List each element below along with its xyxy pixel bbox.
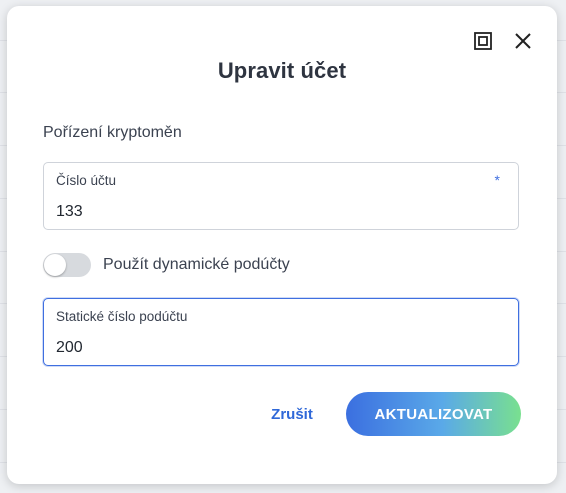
static-subaccount-label: Statické číslo podúčtu [56,309,188,324]
account-number-input[interactable] [56,203,496,221]
edit-account-dialog: Upravit účet Pořízení kryptoměn Číslo úč… [7,6,557,484]
account-number-field[interactable]: Číslo účtu * [43,162,519,230]
static-subaccount-input[interactable] [56,339,496,357]
close-icon [515,33,531,49]
dynamic-subaccounts-label: Použít dynamické podúčty [103,256,290,273]
close-button[interactable] [510,28,536,54]
update-button[interactable]: AKTUALIZOVAT [346,392,521,436]
cancel-button[interactable]: Zrušit [262,396,322,432]
dynamic-subaccounts-row: Použít dynamické podúčty [43,252,290,278]
maximize-button[interactable] [470,28,496,54]
toggle-knob [44,254,66,276]
dialog-title: Upravit účet [217,58,347,83]
maximize-icon [474,32,492,50]
section-label: Pořízení kryptoměn [43,124,182,141]
dynamic-subaccounts-toggle[interactable] [43,253,91,277]
static-subaccount-field[interactable]: Statické číslo podúčtu [43,298,519,366]
account-number-label: Číslo účtu [56,173,117,188]
required-marker: * [494,172,500,188]
